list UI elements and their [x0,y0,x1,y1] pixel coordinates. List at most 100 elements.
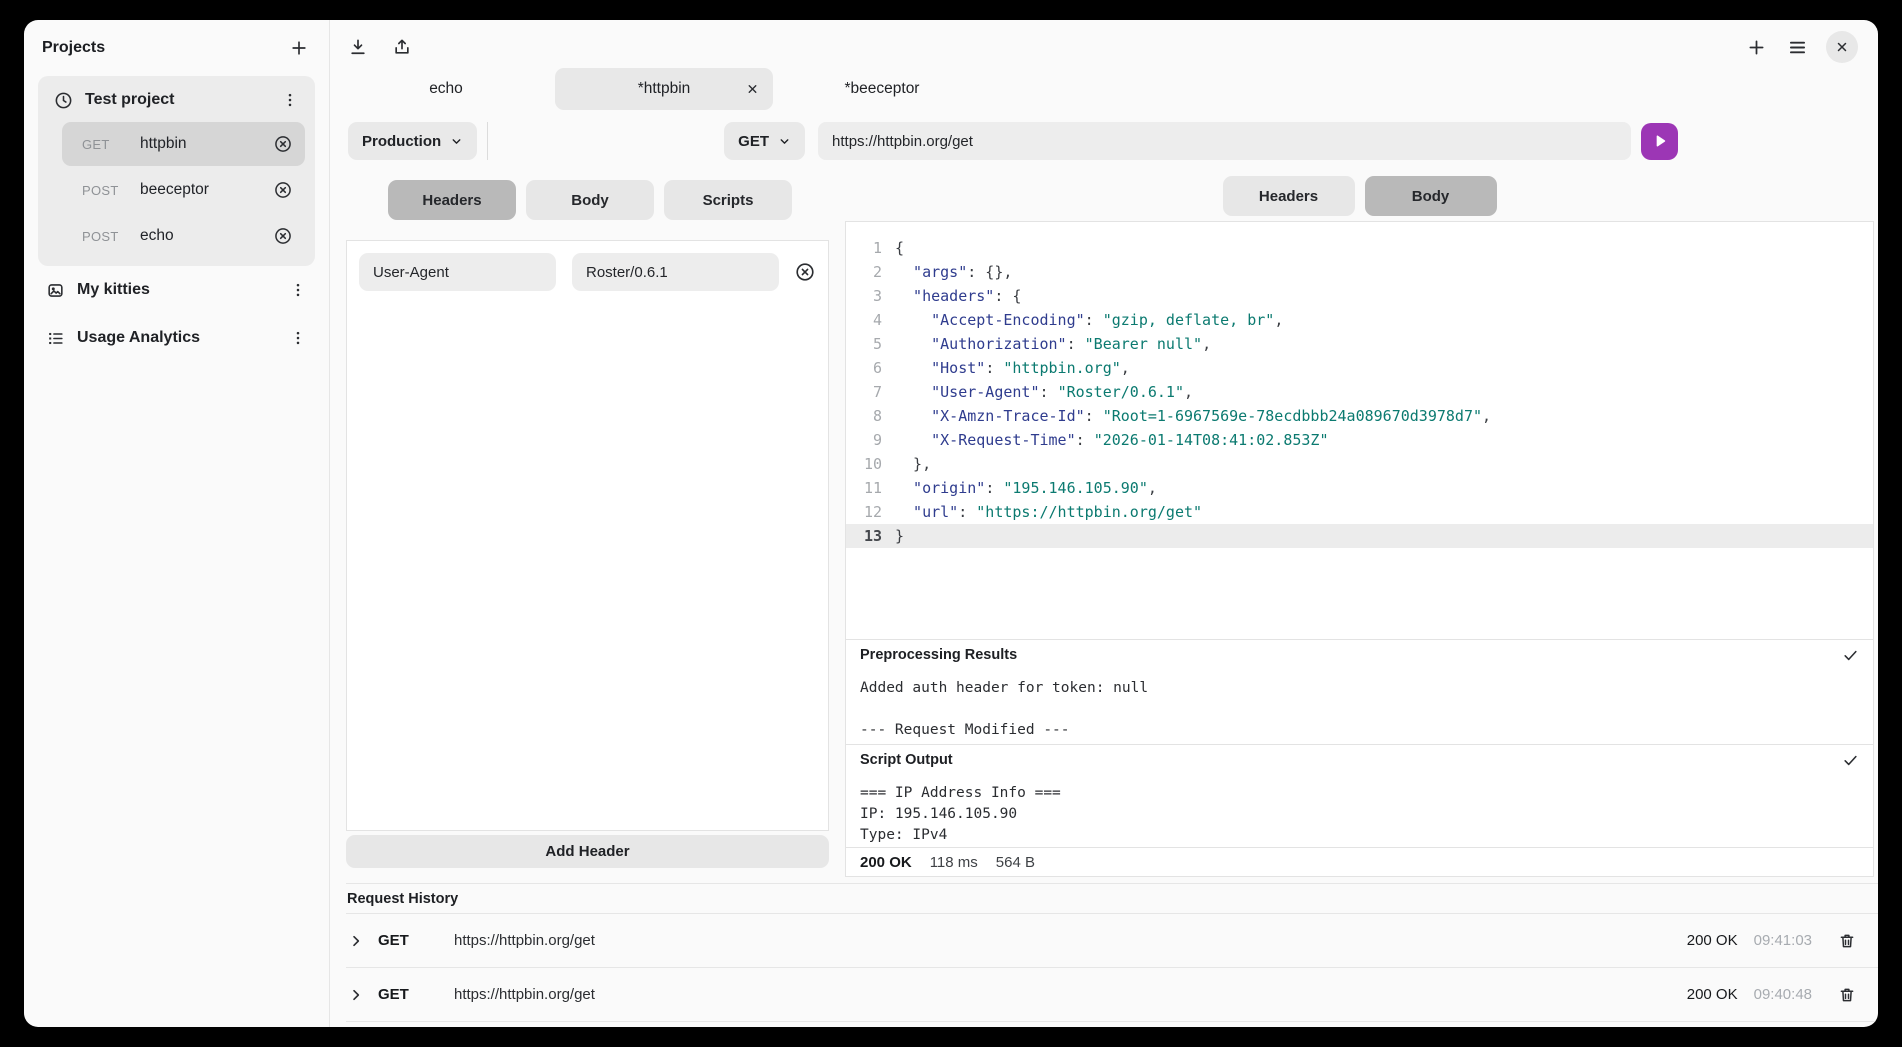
response-time: 118 ms [930,854,978,871]
history-url: https://httpbin.org/get [454,932,1687,949]
script-output-title: Script Output [860,752,953,768]
send-request-button[interactable] [1641,123,1678,160]
code-line: 9 "X-Request-Time": "2026-01-14T08:41:02… [846,428,1873,452]
request-tab-scripts[interactable]: Scripts [664,180,792,220]
usage-analytics-menu-button[interactable] [287,327,309,349]
output-line: IP: 195.146.105.90 [860,804,1859,825]
history-method: GET [378,986,436,1003]
code-line: 6 "Host": "httpbin.org", [846,356,1873,380]
request-method-label: POST [82,183,128,198]
projects-title: Projects [42,39,105,57]
line-number: 3 [846,284,882,308]
request-tab[interactable]: *beeceptor [773,68,991,110]
code-text: "Authorization": "Bearer null", [882,332,1211,356]
request-name-label: beeceptor [140,181,259,199]
image-icon [44,279,67,302]
response-panel: HeadersBody 1{2 "args": {},3 "headers": … [845,160,1874,877]
remove-request-button[interactable] [271,224,295,248]
chevron-down-icon [450,135,463,148]
script-output[interactable]: === IP Address Info ===IP: 195.146.105.9… [846,775,1873,847]
request-method-label: GET [82,137,128,152]
play-icon [1652,133,1668,149]
history-row[interactable]: GET https://httpbin.org/get 200 OK 09:40… [346,968,1878,1022]
toolbar [330,20,1878,66]
request-name-label: httpbin [140,135,259,153]
response-tabs: HeadersBody [1223,176,1497,216]
line-number: 8 [846,404,882,428]
desktop-background: Projects Test project [0,0,1902,1047]
delete-history-button[interactable] [1838,986,1856,1004]
environment-dropdown[interactable]: Production [348,122,477,160]
response-size: 564 B [996,854,1035,871]
preprocessing-output[interactable]: Added auth header for token: null --- Re… [846,670,1873,744]
project-group: Test project GET httpbin POST beeceptor [38,76,315,266]
history-row[interactable]: GET https://httpbin.org/get 200 OK 09:41… [346,914,1878,968]
sidebar-item-label: Usage Analytics [77,329,277,347]
delete-history-button[interactable] [1838,932,1856,950]
remove-request-button[interactable] [271,132,295,156]
import-button[interactable] [346,35,370,59]
history-status: 200 OK [1687,932,1738,949]
line-number: 10 [846,452,882,476]
add-header-button[interactable]: Add Header [346,835,829,868]
sidebar-item-usage-analytics[interactable]: Usage Analytics [38,314,315,362]
history-url: https://httpbin.org/get [454,986,1687,1003]
response-tab-headers[interactable]: Headers [1223,176,1355,216]
my-kitties-menu-button[interactable] [287,279,309,301]
line-number: 12 [846,500,882,524]
response-status-bar: 200 OK 118 ms 564 B [846,847,1873,876]
request-tab-body[interactable]: Body [526,180,654,220]
header-value-input[interactable] [572,253,779,291]
expand-history-button[interactable] [348,933,364,949]
window-close-button[interactable] [1826,31,1858,63]
kebab-menu-icon [289,329,307,347]
trash-icon [1838,986,1856,1004]
line-number: 5 [846,332,882,356]
response-body-panel: 1{2 "args": {},3 "headers": {4 "Accept-E… [845,221,1874,877]
x-circle-icon [273,226,293,246]
hamburger-icon [1787,37,1808,58]
remove-request-button[interactable] [271,178,295,202]
request-tabs: HeadersBodyScripts [388,180,829,220]
project-request-item[interactable]: GET httpbin [62,122,305,166]
share-icon [392,37,412,57]
request-tab-headers[interactable]: Headers [388,180,516,220]
sidebar-item-my-kitties[interactable]: My kitties [38,266,315,314]
export-button[interactable] [390,35,414,59]
menu-button[interactable] [1785,35,1810,60]
line-number: 11 [846,476,882,500]
header-row [359,253,816,291]
project-menu-button[interactable] [279,89,301,111]
x-circle-icon [273,134,293,154]
response-json-viewer[interactable]: 1{2 "args": {},3 "headers": {4 "Accept-E… [846,222,1873,639]
output-line: Added auth header for token: null [860,678,1859,699]
expand-history-button[interactable] [348,987,364,1003]
code-text: "origin": "195.146.105.90", [882,476,1157,500]
new-tab-button[interactable] [1744,35,1769,60]
header-rows [359,253,816,291]
project-request-item[interactable]: POST beeceptor [62,168,305,212]
code-text: } [882,524,904,548]
code-text: "args": {}, [882,260,1012,284]
close-icon [746,83,759,96]
add-project-button[interactable] [287,36,311,60]
request-tab[interactable]: *httpbin [555,68,773,110]
project-request-item[interactable]: POST echo [62,214,305,258]
download-icon [348,37,368,57]
plus-icon [289,38,309,58]
history-time: 09:41:03 [1754,932,1812,949]
remove-header-button[interactable] [794,261,816,283]
close-tab-button[interactable] [746,83,759,96]
code-line: 5 "Authorization": "Bearer null", [846,332,1873,356]
request-tab[interactable]: echo [337,68,555,110]
output-line [860,699,1859,720]
project-header[interactable]: Test project [48,78,305,122]
header-key-input[interactable] [359,253,556,291]
divider [487,122,488,160]
method-dropdown[interactable]: GET [724,122,805,160]
code-line: 2 "args": {}, [846,260,1873,284]
project-item-list: GET httpbin POST beeceptor POST echo [48,122,305,258]
response-tab-body[interactable]: Body [1365,176,1497,216]
output-line: --- Request Modified --- [860,720,1859,741]
url-input[interactable] [818,122,1631,160]
